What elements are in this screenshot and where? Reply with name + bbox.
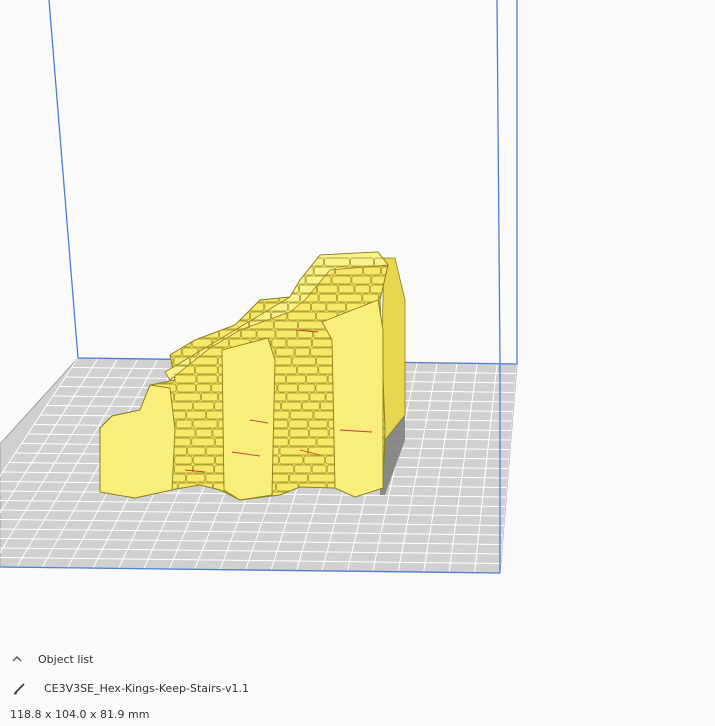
build-plate-scene [0,0,518,574]
object-list-toggle[interactable]: Object list [10,652,93,666]
object-name: CE3V3SE_Hex-Kings-Keep-Stairs-v1.1 [44,681,250,695]
object-list-panel: Object list CE3V3SE_Hex-Kings-Keep-Stair… [0,640,715,726]
object-dimensions: 118.8 x 104.0 x 81.9 mm [10,708,150,721]
object-list-item[interactable]: CE3V3SE_Hex-Kings-Keep-Stairs-v1.1 [12,680,249,696]
pencil-icon[interactable] [12,680,28,696]
object-list-header-label: Object list [38,652,94,666]
chevron-up-icon [12,656,22,662]
3d-viewport[interactable] [0,0,715,640]
